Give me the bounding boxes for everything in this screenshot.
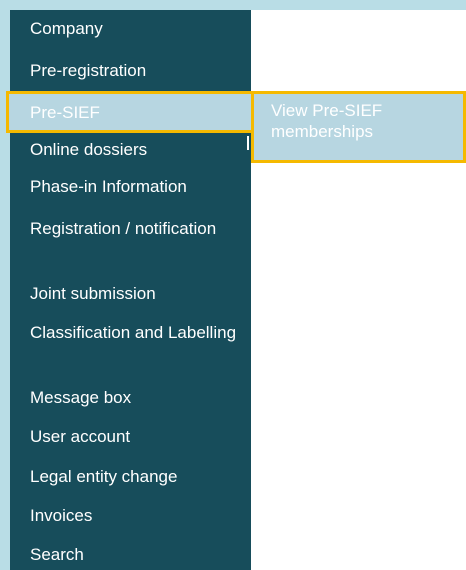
sidebar-item-legal-entity-change[interactable]: Legal entity change: [10, 466, 251, 487]
sidebar-item-registration-notification[interactable]: Registration / notification: [10, 218, 251, 239]
sidebar-item-label: User account: [30, 427, 131, 446]
sidebar-item-invoices[interactable]: Invoices: [10, 505, 251, 526]
sidebar-item-user-account[interactable]: User account: [10, 426, 251, 447]
sidebar-menu: Company Pre-registration Pre-SIEF Online…: [6, 10, 254, 570]
sidebar-item-label: Phase-in Information: [30, 177, 187, 196]
submenu-item-label: View Pre-SIEF memberships: [271, 101, 383, 141]
sidebar-item-label: Joint submission: [30, 284, 156, 303]
sidebar-item-label: Classification and Labelling: [30, 323, 237, 342]
sidebar-item-search[interactable]: Search: [10, 544, 251, 565]
sidebar-item-company[interactable]: Company: [10, 18, 251, 39]
sidebar-item-label: Pre-registration: [30, 61, 147, 80]
submenu-connector: [247, 136, 249, 150]
sidebar-item-label: Legal entity change: [30, 467, 178, 486]
sidebar-item-label: Company: [30, 19, 103, 38]
sidebar-item-joint-submission[interactable]: Joint submission: [10, 283, 251, 304]
sidebar-item-pre-sief[interactable]: Pre-SIEF: [6, 91, 254, 133]
sidebar-item-classification-and-labelling[interactable]: Classification and Labelling: [10, 322, 251, 343]
sidebar-item-label: Invoices: [30, 506, 93, 525]
submenu-item-view-pre-sief-memberships[interactable]: View Pre-SIEF memberships: [251, 91, 466, 163]
sidebar-item-message-box[interactable]: Message box: [10, 387, 251, 408]
sidebar-item-label: Pre-SIEF: [30, 102, 100, 122]
sidebar-item-label: Registration / notification: [30, 219, 217, 238]
sidebar-item-online-dossiers[interactable]: Online dossiers: [10, 139, 251, 160]
sidebar-item-pre-registration[interactable]: Pre-registration: [10, 60, 251, 81]
sidebar-item-label: Online dossiers: [30, 140, 148, 159]
sidebar-item-phase-in-information[interactable]: Phase-in Information: [10, 176, 251, 197]
sidebar-item-label: Message box: [30, 388, 132, 407]
sidebar-item-label: Search: [30, 545, 84, 564]
